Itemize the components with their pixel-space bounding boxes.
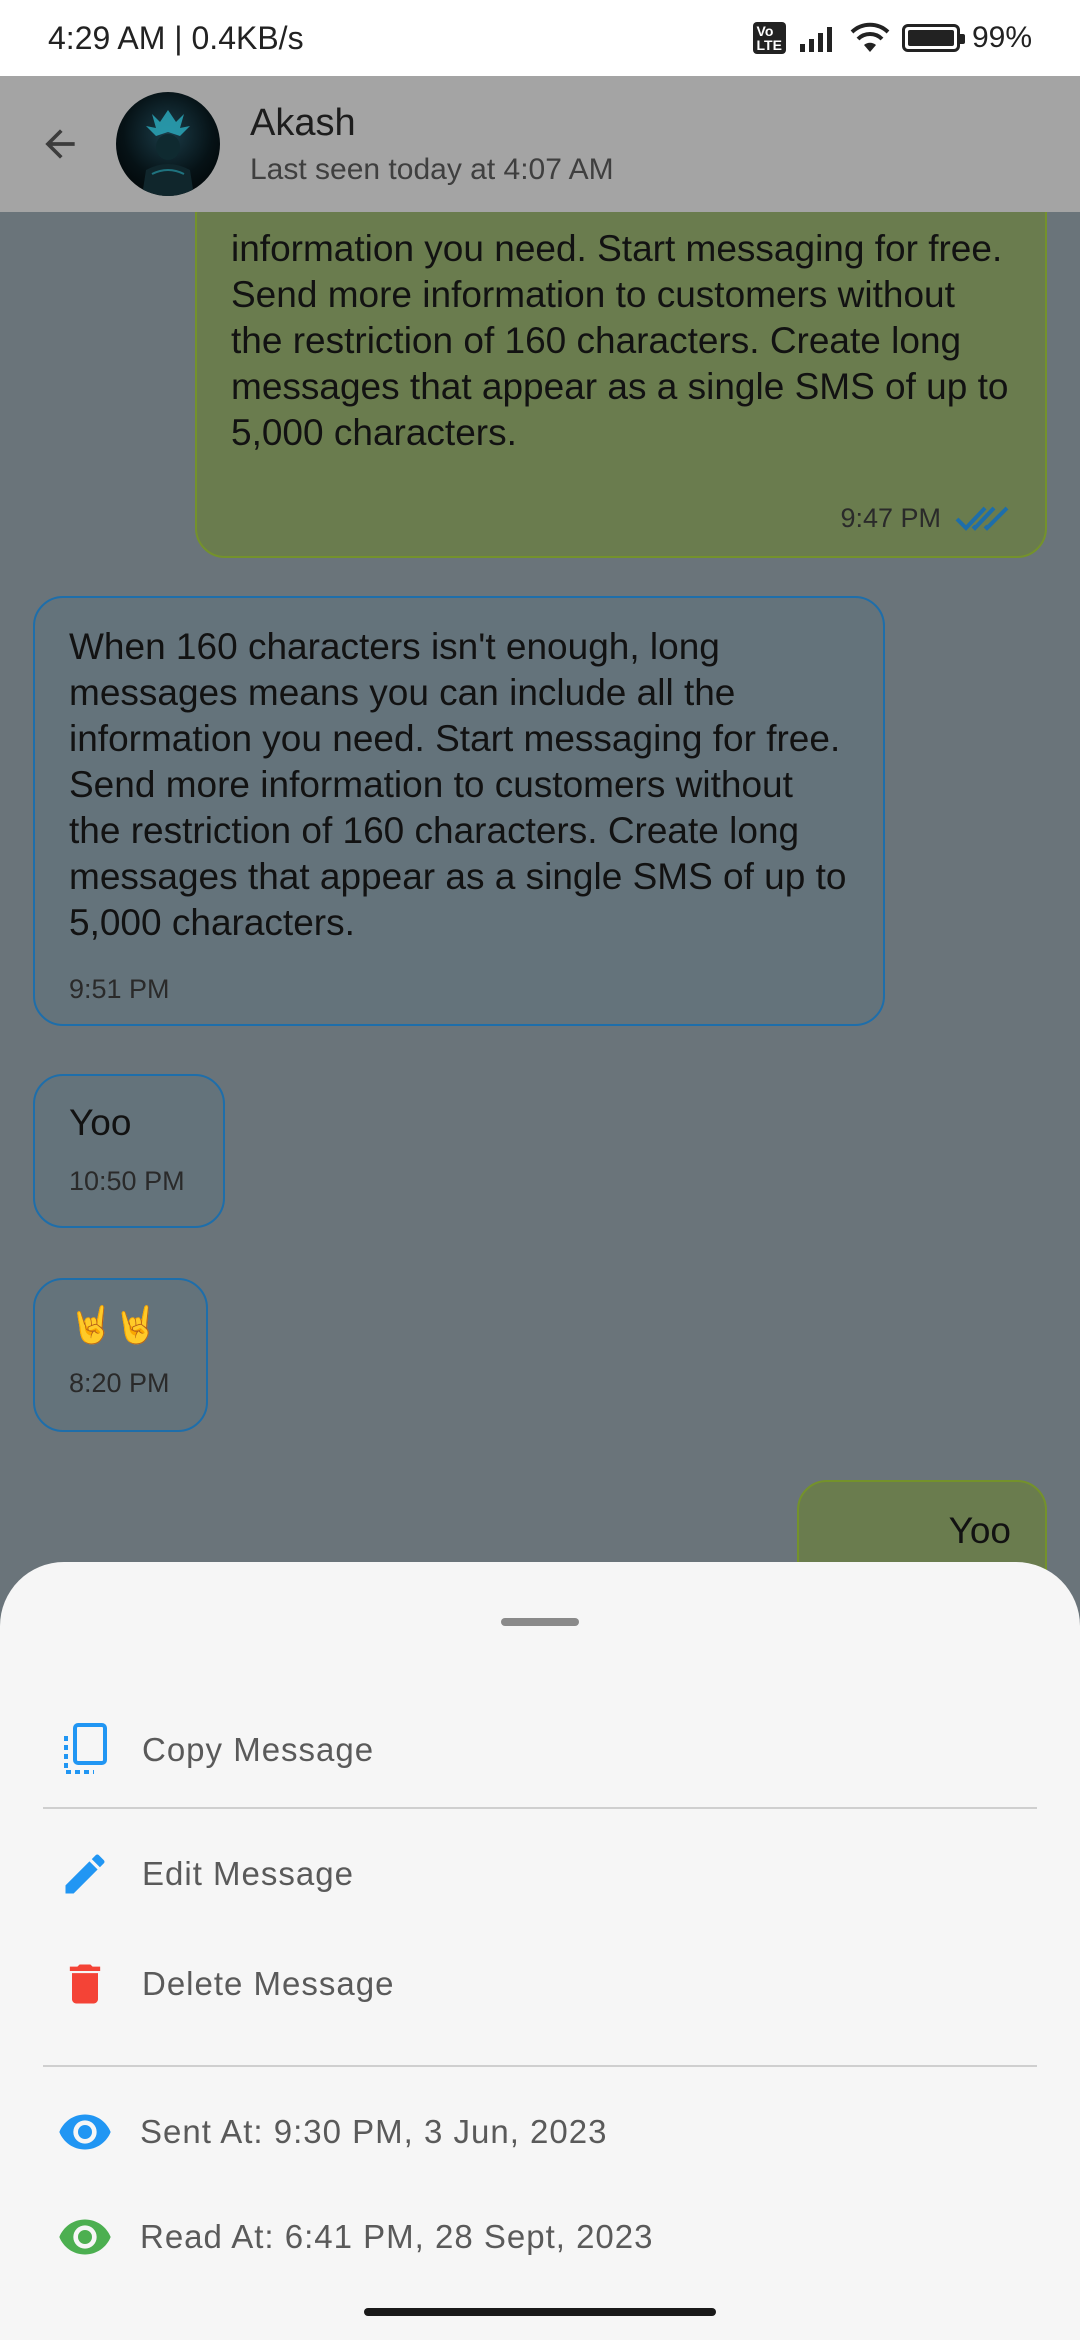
message-text: When 160 characters isn't enough, long m… bbox=[69, 626, 847, 943]
message-time: 10:50 PM bbox=[69, 1166, 185, 1196]
sheet-drag-handle[interactable] bbox=[501, 1618, 579, 1626]
status-bar: 4:29 AM | 0.4KB/s Vo LTE 99% bbox=[0, 0, 1080, 76]
edit-message-label: Edit Message bbox=[142, 1855, 354, 1892]
sent-at-text: Sent At: 9:30 PM, 3 Jun, 2023 bbox=[140, 2113, 608, 2150]
copy-icon bbox=[55, 1720, 115, 1780]
divider bbox=[43, 1807, 1037, 1809]
status-icons: Vo LTE 99% bbox=[752, 21, 1032, 55]
double-check-icon bbox=[955, 506, 1009, 531]
status-time: 4:29 AM | 0.4KB/s bbox=[48, 19, 304, 56]
copy-message-label: Copy Message bbox=[142, 1731, 375, 1768]
message-bubble-incoming[interactable]: 🤘🤘 8:20 PM bbox=[33, 1278, 208, 1432]
message-text: information you need. Start messaging fo… bbox=[231, 228, 1009, 453]
message-time: 9:47 PM bbox=[840, 502, 941, 533]
delete-message-button[interactable]: Delete Message bbox=[0, 1934, 1080, 2034]
battery-icon bbox=[901, 24, 965, 52]
read-at-text: Read At: 6:41 PM, 28 Sept, 2023 bbox=[140, 2218, 654, 2255]
divider bbox=[43, 2065, 1037, 2067]
contact-info[interactable]: Akash Last seen today at 4:07 AM bbox=[250, 102, 614, 187]
delete-message-label: Delete Message bbox=[142, 1965, 395, 2002]
message-text: Yoo bbox=[69, 1102, 132, 1143]
edit-message-button[interactable]: Edit Message bbox=[0, 1824, 1080, 1924]
eye-icon bbox=[55, 2207, 115, 2267]
message-options-sheet: Copy Message Edit Message Delete Message… bbox=[0, 1562, 1080, 2340]
avatar[interactable] bbox=[116, 92, 220, 196]
battery-level: 99% bbox=[971, 21, 1032, 54]
message-meta: 9:47 PM bbox=[840, 502, 1011, 534]
last-seen-status: Last seen today at 4:07 AM bbox=[250, 152, 614, 186]
message-bubble-outgoing[interactable]: information you need. Start messaging fo… bbox=[195, 212, 1047, 558]
read-at-row: Read At: 6:41 PM, 28 Sept, 2023 bbox=[0, 2187, 1080, 2287]
chat-header: Akash Last seen today at 4:07 AM bbox=[0, 76, 1080, 212]
pencil-icon bbox=[55, 1844, 115, 1904]
copy-message-button[interactable]: Copy Message bbox=[0, 1700, 1080, 1800]
message-text: Yoo bbox=[948, 1510, 1011, 1551]
wifi-icon bbox=[850, 22, 890, 52]
volte-icon: Vo LTE bbox=[752, 22, 786, 54]
back-arrow-icon[interactable] bbox=[30, 114, 90, 174]
eye-icon bbox=[55, 2102, 115, 2162]
message-time: 8:20 PM bbox=[69, 1368, 170, 1398]
contact-name: Akash bbox=[250, 101, 356, 144]
sent-at-row: Sent At: 9:30 PM, 3 Jun, 2023 bbox=[0, 2082, 1080, 2182]
signal-icon bbox=[799, 27, 832, 52]
message-time: 9:51 PM bbox=[69, 974, 170, 1004]
message-text: 🤘🤘 bbox=[69, 1304, 159, 1345]
trash-icon bbox=[55, 1954, 115, 2014]
gesture-nav-bar[interactable] bbox=[364, 2308, 716, 2316]
message-bubble-incoming[interactable]: When 160 characters isn't enough, long m… bbox=[33, 596, 885, 1026]
message-bubble-incoming[interactable]: Yoo 10:50 PM bbox=[33, 1074, 225, 1228]
